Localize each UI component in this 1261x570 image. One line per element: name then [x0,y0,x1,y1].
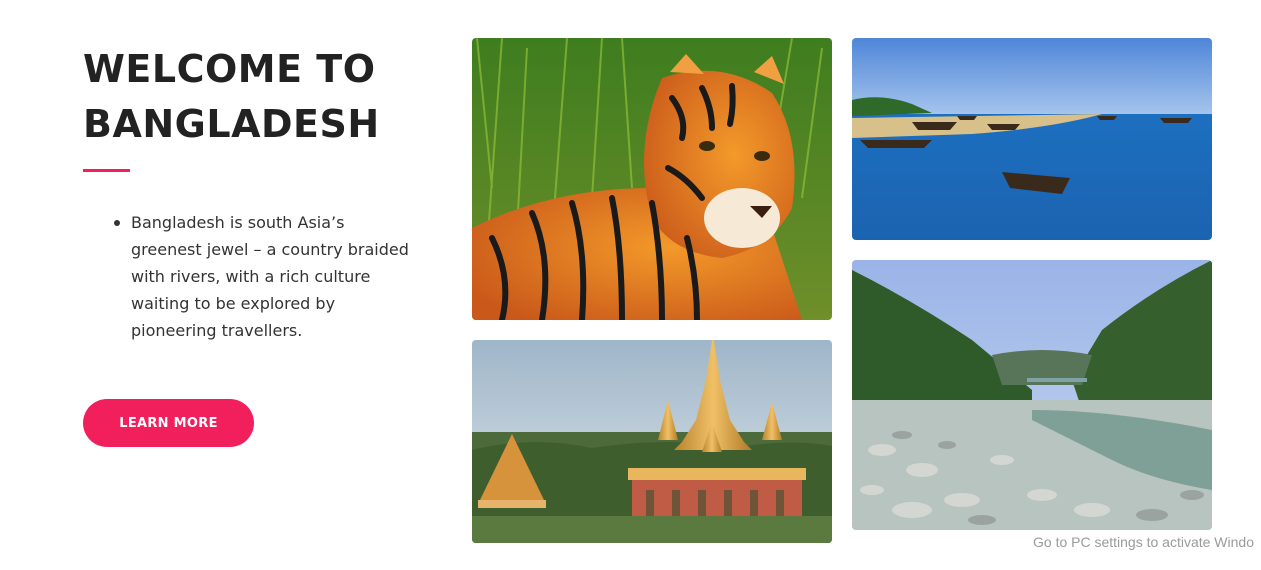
page-title: WELCOME TO BANGLADESH [83,42,443,152]
title-underline-divider [83,169,130,172]
intro-list-item: Bangladesh is south Asia’s greenest jewe… [112,209,412,344]
river-valley-photo [852,260,1212,530]
windows-activation-watermark: Go to PC settings to activate Windo [1033,534,1254,550]
beach-boats-photo [852,38,1212,240]
tiger-photo [472,38,832,320]
bullet-icon [114,220,120,226]
intro-text: Bangladesh is south Asia’s greenest jewe… [131,213,409,340]
intro-list: Bangladesh is south Asia’s greenest jewe… [112,209,412,344]
golden-pagoda-photo [472,340,832,543]
title-line-1: WELCOME TO [83,47,376,91]
learn-more-button[interactable]: LEARN MORE [83,399,254,447]
title-line-2: BANGLADESH [83,102,380,146]
